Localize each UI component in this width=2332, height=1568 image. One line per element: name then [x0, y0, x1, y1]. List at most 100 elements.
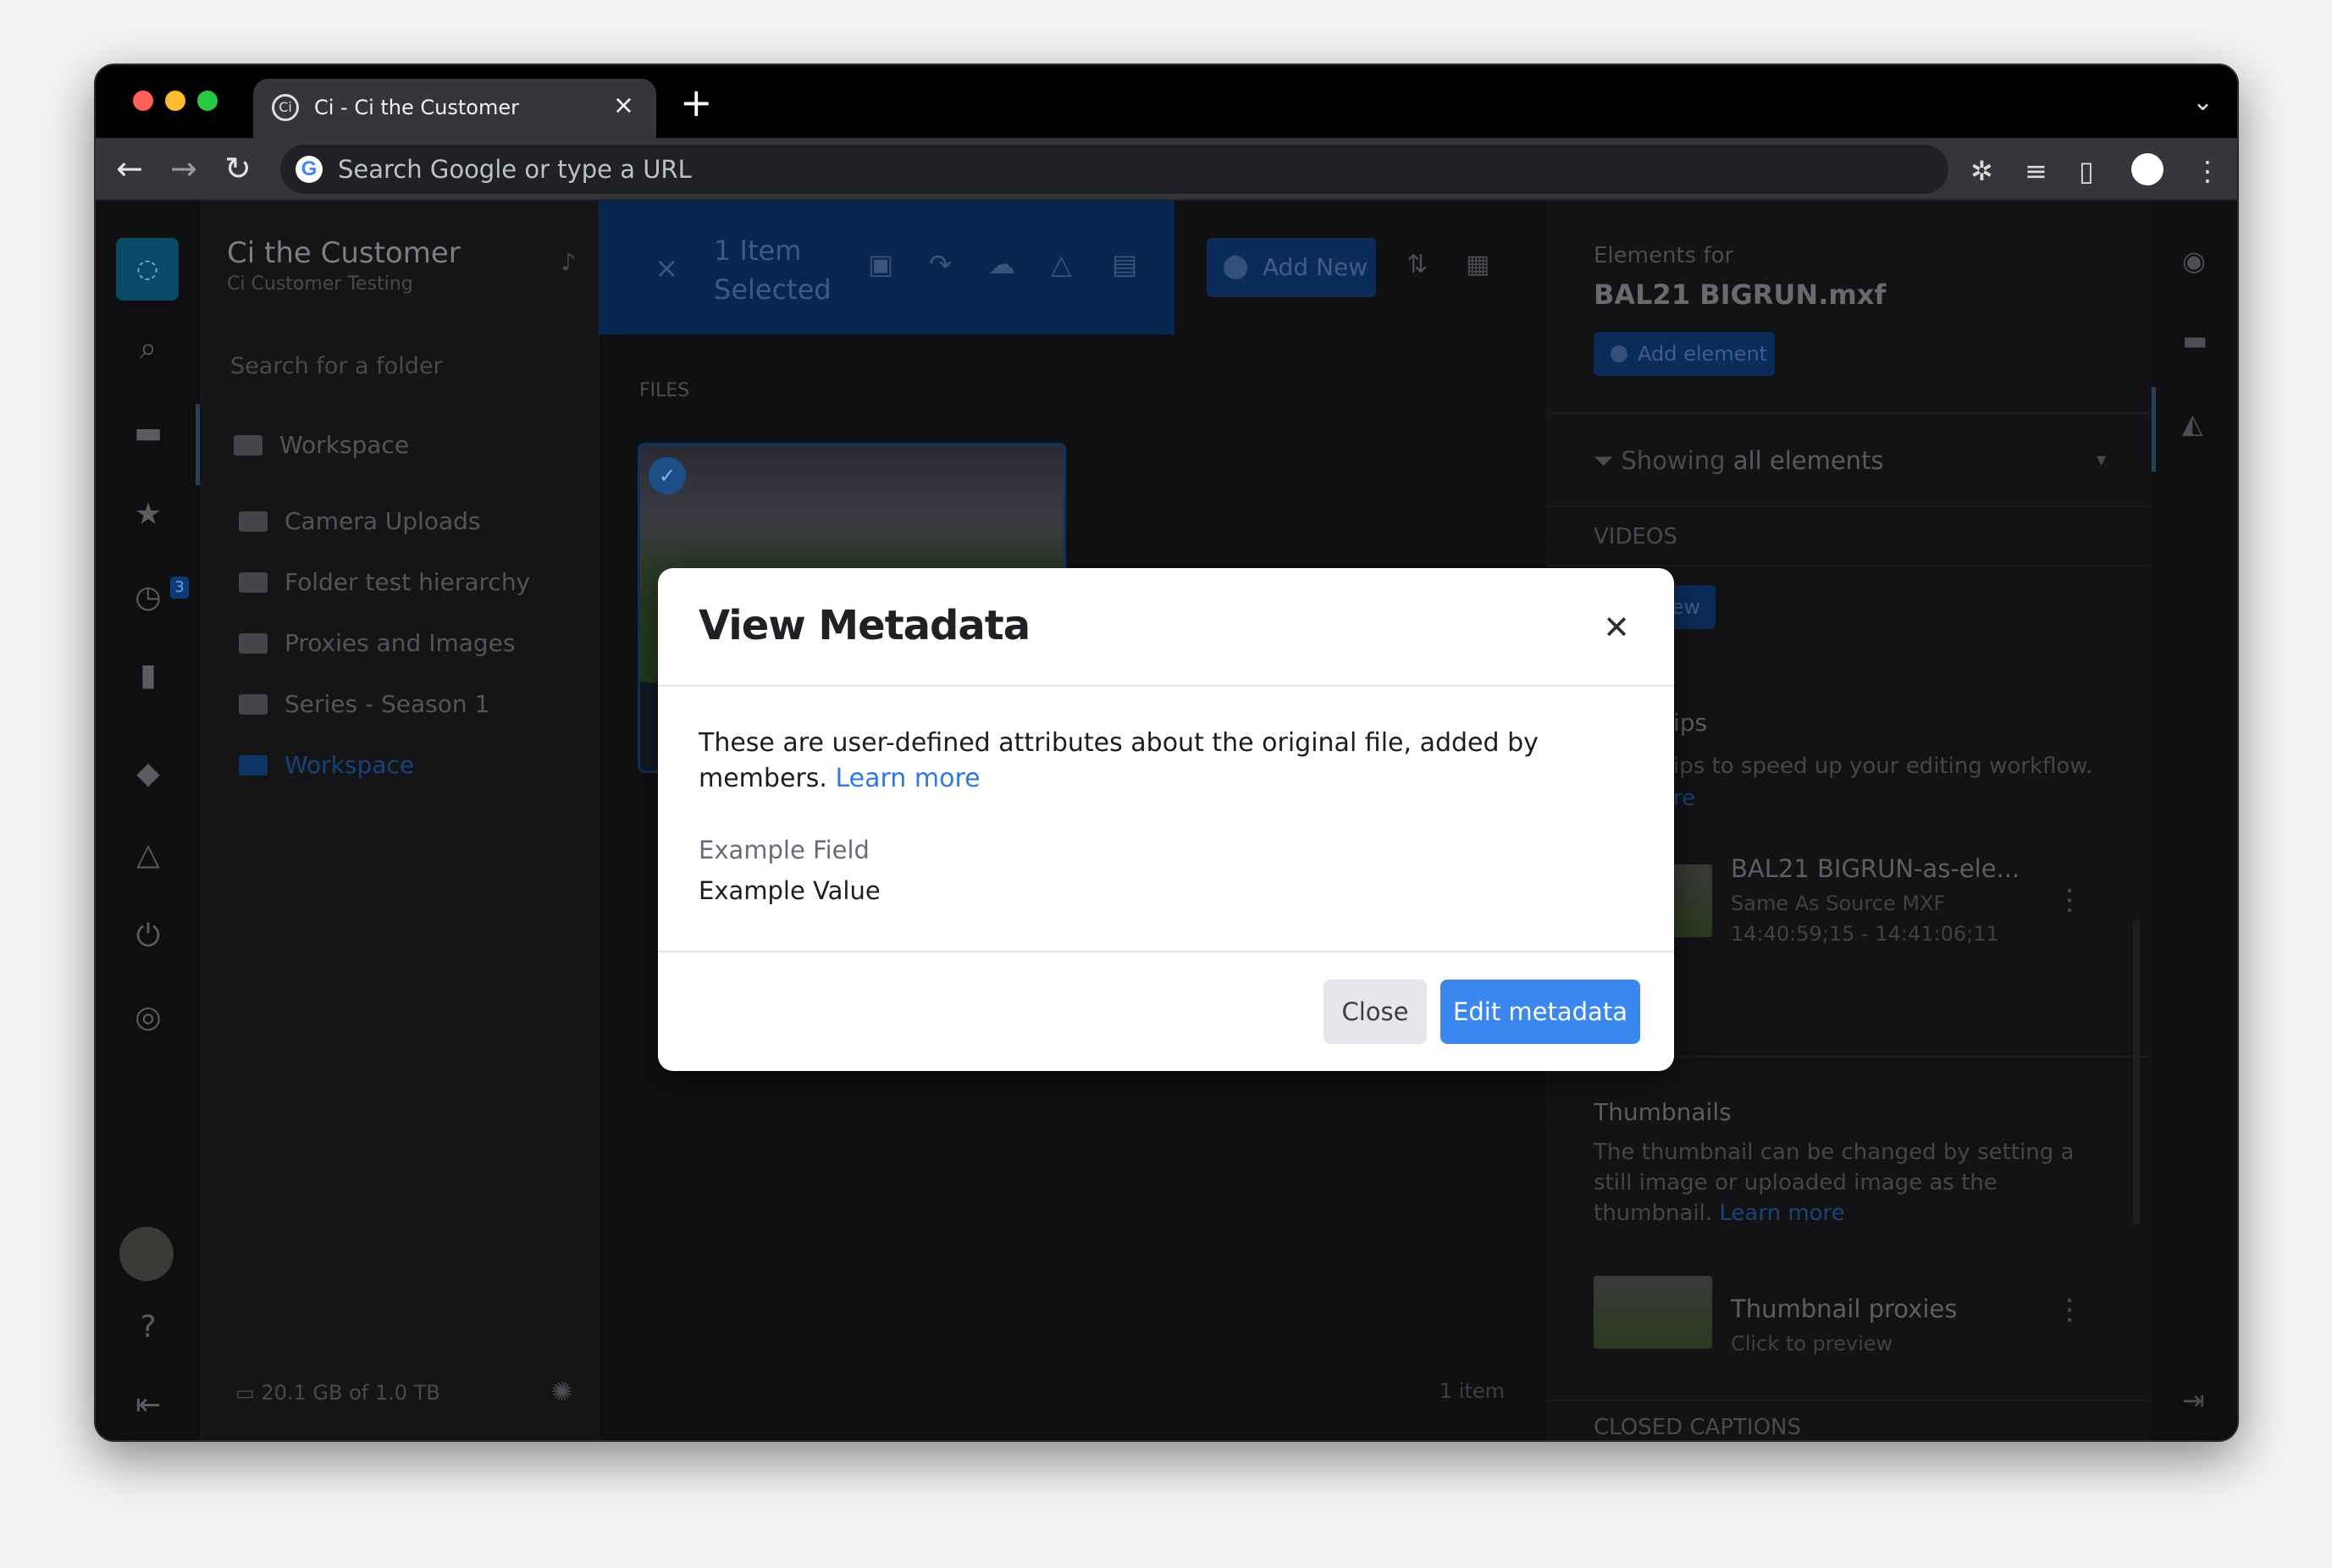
- folder-icon: [239, 754, 268, 776]
- new-tab-button[interactable]: +: [680, 83, 713, 122]
- folder-search-input[interactable]: Search for a folder: [230, 353, 443, 379]
- trash-icon[interactable]: ▮: [124, 658, 172, 693]
- thumbnail-proxy-image: [1594, 1276, 1712, 1349]
- close-window-button[interactable]: [133, 91, 153, 111]
- forward-arrow-icon[interactable]: →: [170, 150, 197, 187]
- help-icon[interactable]: ?: [124, 1310, 172, 1344]
- selection-count: 1 Item Selected: [714, 235, 832, 306]
- clip-title[interactable]: BAL21 BIGRUN-as-ele...: [1731, 854, 2020, 883]
- image-icon[interactable]: ▣: [868, 248, 893, 280]
- learn-more-link-cont[interactable]: more: [915, 764, 981, 793]
- thumbnail-more-icon[interactable]: ⋮: [2055, 1293, 2084, 1327]
- folder-item[interactable]: Proxies and Images: [239, 629, 515, 657]
- maximize-window-button[interactable]: [197, 91, 218, 111]
- edit-metadata-button[interactable]: Edit metadata: [1440, 980, 1640, 1044]
- omnibox[interactable]: G Search Google or type a URL: [280, 145, 1948, 194]
- modal-title: View Metadata: [699, 602, 1031, 649]
- reading-list-icon[interactable]: ≡: [2025, 157, 2047, 185]
- shapes-icon[interactable]: ◭: [2182, 407, 2203, 439]
- storage-usage: ▭ 20.1 GB of 1.0 TB: [235, 1381, 440, 1405]
- closed-captions-label: CLOSED CAPTIONS: [1594, 1415, 1801, 1440]
- close-button[interactable]: Close: [1323, 980, 1427, 1044]
- expand-right-icon[interactable]: ⇥: [2182, 1384, 2205, 1416]
- filter-icon: ⏷: [1594, 446, 1622, 475]
- thumbnail-proxy-title[interactable]: Thumbnail proxies: [1731, 1295, 1957, 1323]
- extensions-puzzle-icon[interactable]: ✲: [1970, 157, 1993, 185]
- learn-more-link[interactable]: Learn: [835, 764, 906, 793]
- drive-icon: ▭: [235, 1381, 262, 1405]
- workspace-name: Ci the Customer: [227, 236, 461, 270]
- elements-scrollbar[interactable]: [2133, 920, 2140, 1225]
- folder-label: Workspace: [285, 751, 415, 779]
- browser-menu-icon[interactable]: ⋮: [2194, 157, 2221, 185]
- folder-label: Proxies and Images: [285, 629, 516, 657]
- add-element-label: Add element: [1638, 342, 1768, 366]
- clips-title: ips: [1673, 709, 1708, 737]
- add-new-button[interactable]: Add New: [1207, 238, 1376, 297]
- drive-icon[interactable]: △: [1051, 248, 1072, 280]
- reload-icon[interactable]: ↻: [224, 150, 251, 187]
- back-arrow-icon[interactable]: ←: [116, 150, 143, 187]
- cube-icon[interactable]: ◆: [124, 756, 172, 791]
- clip-subtitle: Same As Source MXF: [1731, 892, 1946, 915]
- folder-label: Camera Uploads: [285, 507, 481, 535]
- plus-circle-icon: [1611, 345, 1627, 362]
- archive-icon[interactable]: ▤: [1112, 248, 1137, 280]
- add-element-button[interactable]: Add element: [1594, 332, 1775, 376]
- sort-icon[interactable]: ⇅: [1406, 250, 1428, 279]
- comment-icon[interactable]: ▬: [2182, 324, 2208, 356]
- search-icon[interactable]: ⌕: [124, 331, 172, 367]
- folder-plus-icon: [239, 632, 268, 654]
- checkmark-icon[interactable]: ✓: [649, 457, 686, 494]
- thumbnails-learn-link[interactable]: Learn: [1719, 1201, 1781, 1226]
- folder-item-active[interactable]: Workspace: [239, 751, 414, 779]
- folder-item[interactable]: Folder test hierarchy: [239, 568, 530, 596]
- side-panel-icon[interactable]: ▯: [2079, 157, 2094, 185]
- cloud-download-icon[interactable]: ☁: [988, 248, 1015, 280]
- bell-icon[interactable]: ♪: [561, 248, 576, 276]
- clip-timecode: 14:40:59;15 - 14:41:06;11: [1731, 922, 1999, 946]
- clear-selection-icon[interactable]: ×: [655, 251, 679, 285]
- folder-panel: Ci the Customer Ci Customer Testing ♪ Se…: [201, 201, 599, 1440]
- gear-icon[interactable]: ✺: [551, 1378, 572, 1407]
- clip-more-icon[interactable]: ⋮: [2055, 883, 2084, 917]
- minimize-window-button[interactable]: [165, 91, 185, 111]
- storage-text: 20.1 GB of 1.0 TB: [261, 1381, 440, 1405]
- eye-icon[interactable]: ◉: [2182, 245, 2206, 277]
- caret-down-icon[interactable]: ▾: [2097, 450, 2106, 471]
- folder-icon[interactable]: ▬: [124, 416, 172, 450]
- profile-avatar[interactable]: [2131, 153, 2163, 185]
- rail-selected-indicator: [196, 404, 200, 485]
- tab-search-chevron-icon[interactable]: ⌄: [2192, 87, 2213, 117]
- elements-file-name: BAL21 BIGRUN.mxf: [1594, 279, 1887, 311]
- right-rail-selected-indicator: [2152, 387, 2156, 472]
- clock-icon[interactable]: ◷: [124, 580, 172, 615]
- browser-tab[interactable]: Ci Ci - Ci the Customer ×: [253, 79, 656, 138]
- drive-icon[interactable]: △: [124, 837, 172, 872]
- element-filter[interactable]: ⏷ Showing all elements: [1594, 446, 1884, 476]
- ci-logo-icon[interactable]: ◌: [116, 238, 179, 301]
- divider: [1548, 1400, 2152, 1401]
- collapse-left-icon[interactable]: ⇤: [124, 1388, 172, 1422]
- nav-rail: ◌ ⌕ ▬ ★ ◷ 3 ▮ ◆ △ ⏻ ◎ ? ⇤: [96, 201, 201, 1440]
- grid-view-icon[interactable]: ▦: [1466, 250, 1489, 279]
- folder-label: Folder test hierarchy: [285, 568, 531, 596]
- folder-icon: [239, 693, 268, 715]
- clips-learn-more-link[interactable]: re: [1673, 783, 1695, 814]
- selection-toolbar: × 1 Item Selected ▣ ↷ ☁ △ ▤: [599, 201, 1174, 334]
- folder-item[interactable]: Series - Season 1: [239, 690, 489, 718]
- elements-heading: Elements for: [1594, 243, 1734, 268]
- modal-description: These are user-defined attributes about …: [699, 726, 1630, 797]
- share-icon[interactable]: ↷: [929, 248, 952, 280]
- user-avatar[interactable]: [119, 1227, 174, 1281]
- download-icon[interactable]: ⏻: [124, 919, 172, 954]
- folder-item[interactable]: Camera Uploads: [239, 507, 480, 535]
- tab-close-button[interactable]: ×: [613, 91, 634, 121]
- folder-item[interactable]: Workspace: [234, 431, 409, 459]
- thumbnails-more-link[interactable]: more: [1788, 1201, 1844, 1226]
- star-icon[interactable]: ★: [124, 497, 172, 532]
- modal-divider: [658, 951, 1674, 952]
- modal-close-icon[interactable]: ✕: [1603, 610, 1630, 644]
- target-icon[interactable]: ◎: [124, 1000, 172, 1035]
- filter-prefix: Showing: [1621, 446, 1726, 475]
